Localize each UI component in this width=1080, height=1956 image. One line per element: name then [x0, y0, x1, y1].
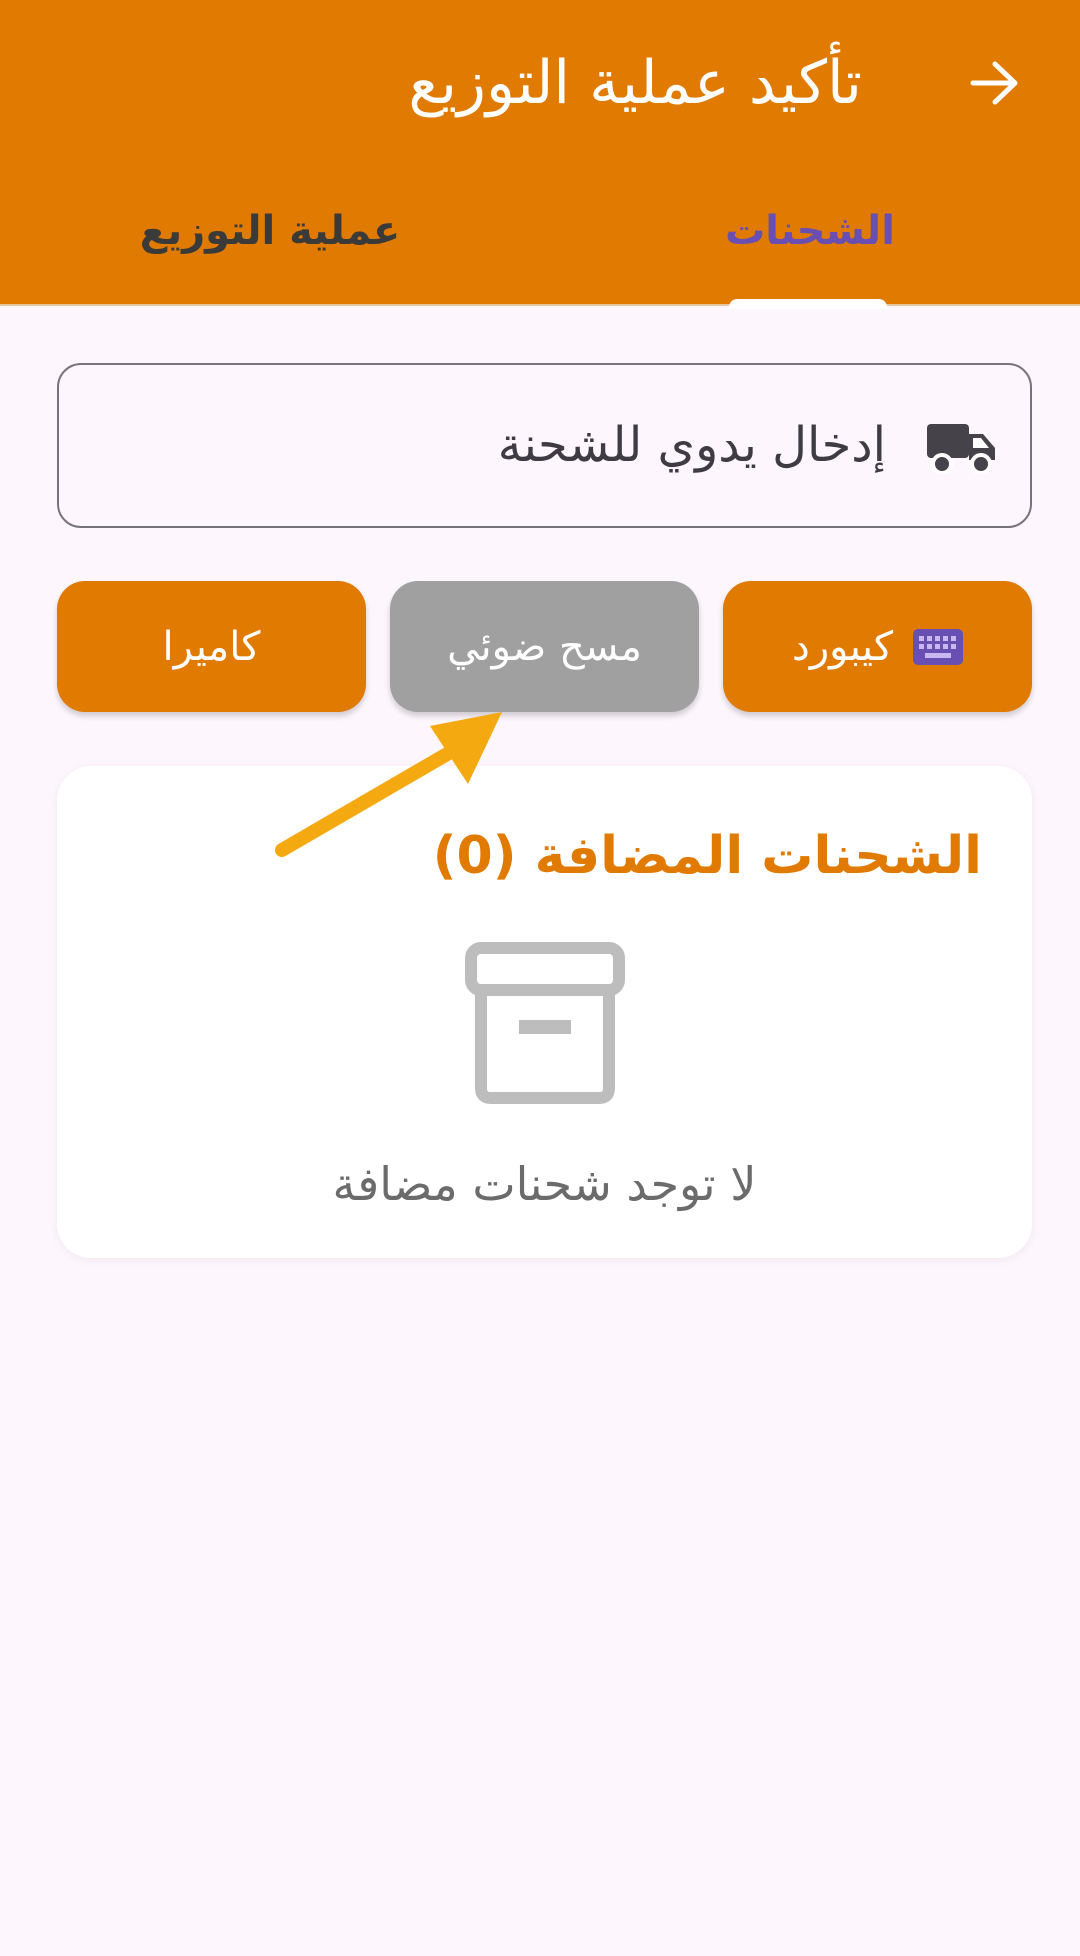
app-bar: تأكيد عملية التوزيع الشحنات عملية التوزي…: [0, 0, 1080, 309]
back-button[interactable]: [955, 38, 1035, 128]
page-title: تأكيد عملية التوزيع: [408, 48, 862, 118]
camera-button[interactable]: كاميرا: [57, 581, 366, 712]
added-shipments-card: الشحنات المضافة (0) لا توجد شحنات مضافة: [57, 766, 1032, 1258]
keyboard-button[interactable]: كيبورد: [723, 581, 1032, 712]
arrow-right-icon: [970, 61, 1018, 105]
tab-distribution[interactable]: عملية التوزيع: [130, 196, 410, 266]
keyboard-button-label: كيبورد: [792, 623, 893, 670]
manual-shipment-entry-field[interactable]: إدخال يدوي للشحنة: [57, 363, 1032, 528]
scan-button-label: مسح ضوئي: [447, 623, 642, 670]
keyboard-icon: [913, 628, 963, 665]
tab-shipments[interactable]: الشحنات: [704, 196, 916, 266]
camera-button-label: كاميرا: [162, 623, 261, 670]
archive-box-icon: [465, 942, 625, 1104]
manual-entry-label: إدخال يدوي للشحنة: [497, 417, 886, 473]
scan-button[interactable]: مسح ضوئي: [390, 581, 699, 712]
empty-state-text: لا توجد شحنات مضافة: [332, 1157, 757, 1211]
added-shipments-title: الشحنات المضافة (0): [432, 826, 982, 886]
truck-icon: [927, 424, 995, 474]
tab-indicator: [729, 299, 887, 309]
